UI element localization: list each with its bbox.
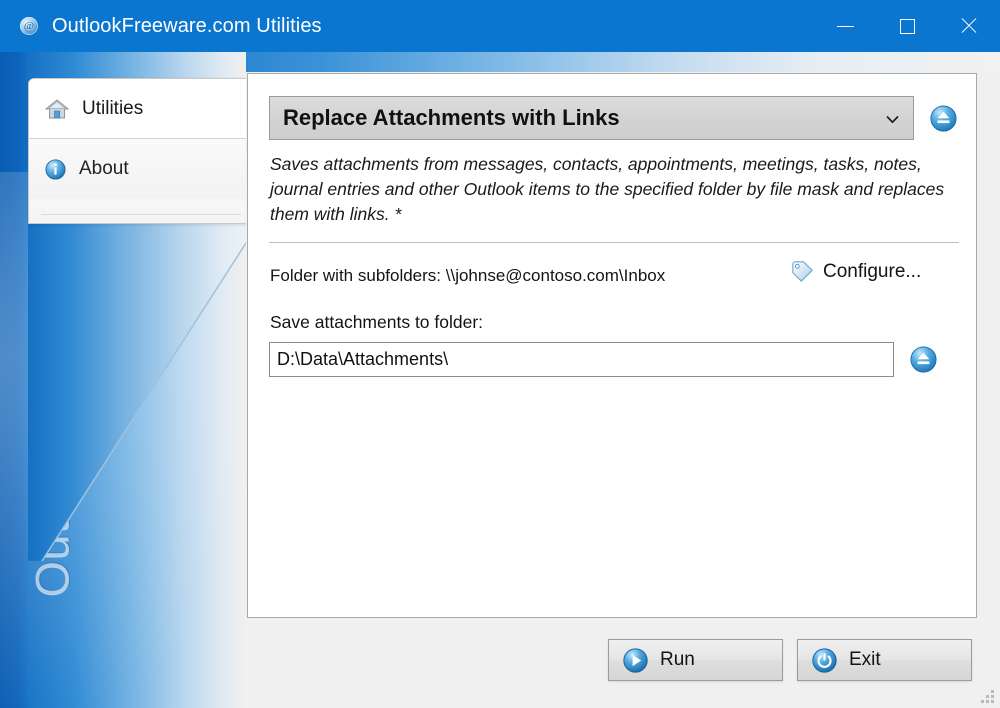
sidebar-card-skirt [28, 205, 253, 562]
maximize-icon [899, 18, 915, 34]
tab-about-label: About [79, 158, 129, 179]
utility-select[interactable]: Replace Attachments with Links [269, 96, 914, 140]
utility-description: Saves attachments from messages, contact… [270, 154, 945, 224]
tab-utilities-label: Utilities [82, 97, 144, 119]
home-icon [44, 98, 70, 120]
window-title: OutlookFreeware.com Utilities [52, 14, 322, 37]
tab-utilities[interactable]: Utilities [29, 79, 251, 139]
exit-button-label: Exit [849, 649, 881, 670]
run-button[interactable]: Run [608, 639, 783, 681]
save-folder-row [269, 342, 937, 377]
exit-button[interactable]: Exit [797, 639, 972, 681]
tab-divider [41, 214, 241, 215]
save-folder-label: Save attachments to folder: [270, 312, 484, 332]
application-window: OutlookFreeware.com Utilities Outlook Fr… [0, 0, 1000, 708]
play-circle-icon [623, 647, 648, 673]
content-divider [269, 242, 959, 243]
maximize-button[interactable] [876, 0, 938, 52]
main-content-panel: Replace Attachments with Links Saves att… [247, 73, 977, 618]
configure-button[interactable]: Configure... [791, 260, 921, 283]
minimize-icon [836, 25, 854, 27]
minimize-button[interactable] [814, 0, 876, 52]
window-controls [814, 0, 1000, 52]
app-icon [20, 17, 38, 35]
configure-label: Configure... [823, 260, 922, 282]
chevron-down-icon [886, 113, 899, 126]
power-circle-icon [812, 647, 837, 673]
tag-icon [791, 260, 814, 283]
close-icon [959, 16, 979, 36]
sidebar-left-shade [0, 52, 28, 708]
utility-browse-button[interactable] [930, 104, 957, 132]
title-bar: OutlookFreeware.com Utilities [0, 0, 1000, 52]
info-icon [45, 158, 66, 180]
run-button-label: Run [660, 649, 695, 670]
tab-about[interactable]: About [29, 139, 251, 199]
navigation-tabs: Utilities About [28, 78, 252, 224]
save-folder-input[interactable] [269, 342, 894, 377]
source-folder-text: Folder with subfolders: \\johnse@contoso… [270, 266, 666, 285]
resize-grip-icon[interactable] [979, 688, 994, 703]
utility-select-row: Replace Attachments with Links [269, 96, 959, 140]
save-folder-browse-button[interactable] [910, 346, 937, 373]
close-button[interactable] [938, 0, 1000, 52]
utility-select-value: Replace Attachments with Links [283, 105, 620, 130]
